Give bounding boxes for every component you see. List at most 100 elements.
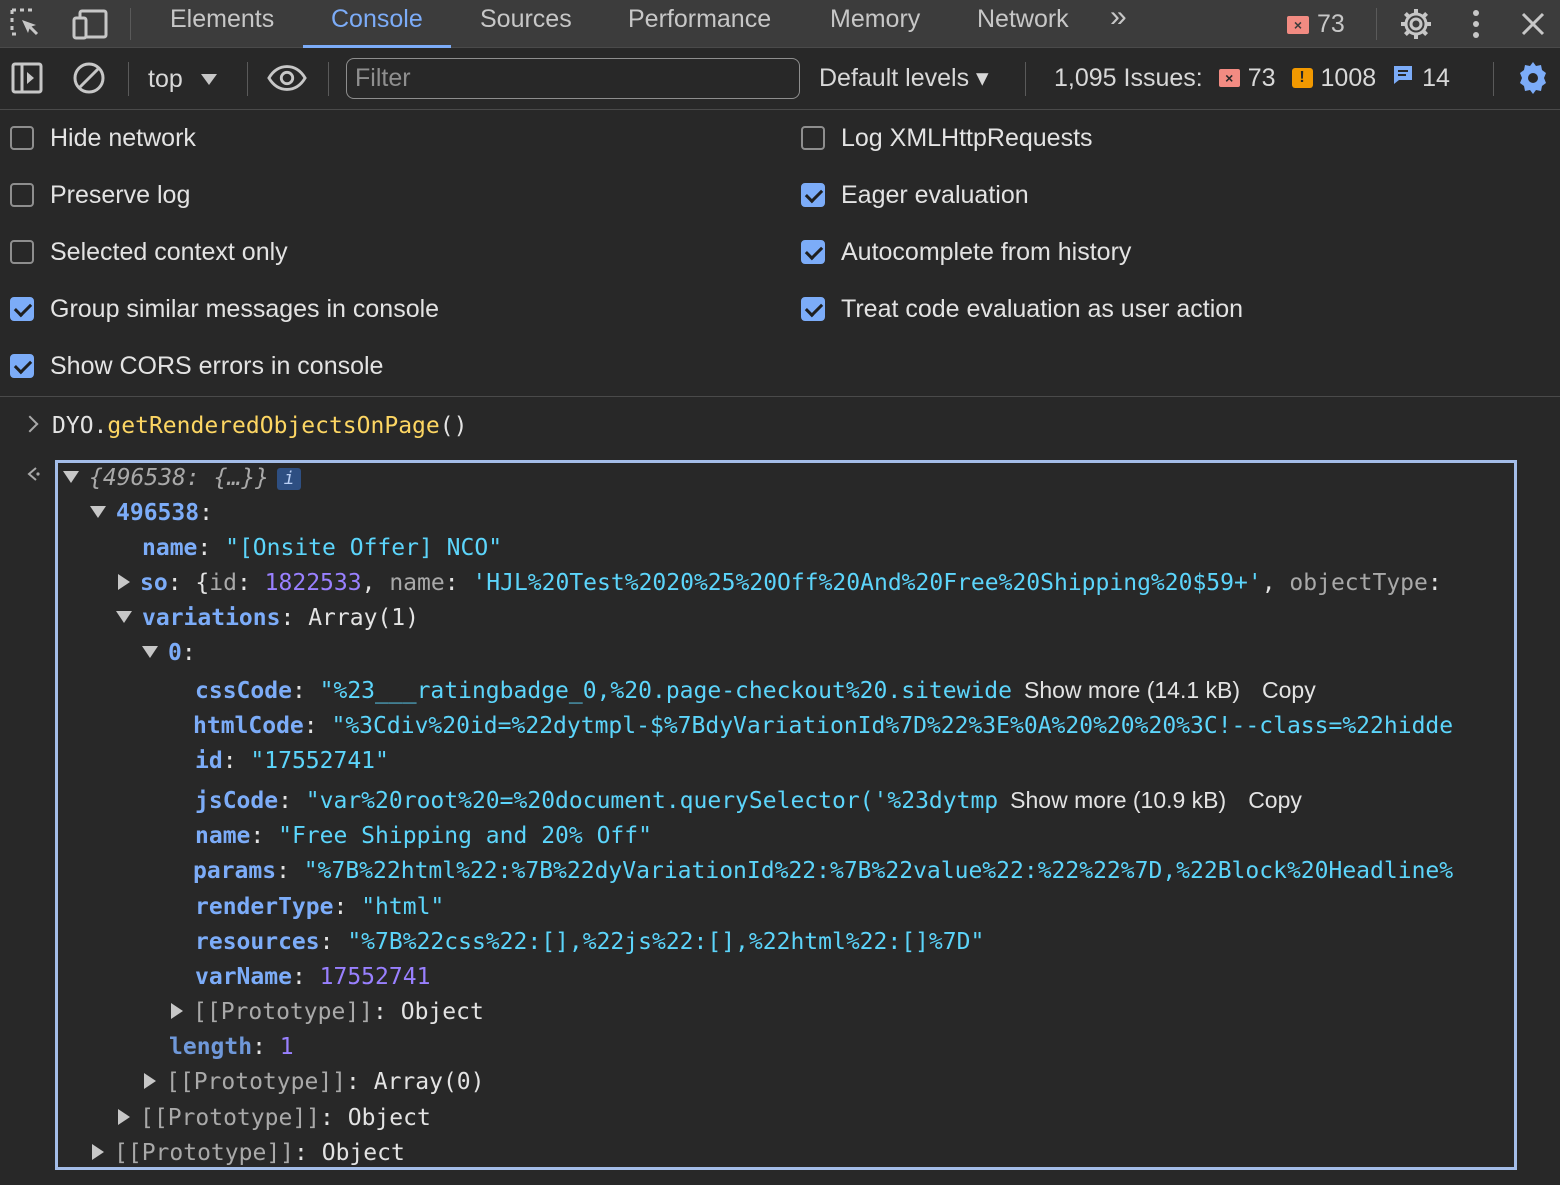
divider [130,8,131,40]
more-tabs-icon[interactable]: » [1108,0,1129,46]
console-output: DYO.getRenderedObjectsOnPage() {496538: … [0,398,1560,1185]
tree-key: renderType [195,894,334,920]
eye-icon[interactable] [267,58,307,98]
checkbox-checked[interactable] [801,297,825,321]
checkbox[interactable] [10,126,34,150]
tab-elements[interactable]: Elements [168,0,276,48]
issues-warning-count: 1008 [1320,64,1377,92]
issues-info-count: 14 [1422,64,1450,92]
tree-row-name: name: "[Onsite Offer] NCO" [142,535,503,561]
setting-eager-evaluation[interactable]: Eager evaluation [801,175,1029,215]
tree-row-prototype-array[interactable]: [[Prototype]]: Array(0) [142,1067,485,1101]
copy-button[interactable]: Copy [1248,787,1302,813]
setting-label: Show CORS errors in console [50,351,384,380]
tree-row-csscode: cssCode: "%23___ratingbadge_0,%20.page-c… [195,677,1316,704]
setting-hide-network[interactable]: Hide network [10,118,196,158]
input-method: getRenderedObjectsOnPage [107,413,440,439]
tree-row-id: id: "17552741" [195,748,389,774]
tree-value: Object [347,1105,431,1131]
tree-key: [[Prototype]] [193,999,374,1025]
divider [247,62,248,96]
setting-treat-code-evaluation[interactable]: Treat code evaluation as user action [801,289,1243,329]
tree-row-index-0[interactable]: 0: [142,638,196,672]
setting-preserve-log[interactable]: Preserve log [10,175,190,215]
tree-key: 496538 [116,500,200,526]
collapse-triangle-icon[interactable] [171,1002,183,1019]
setting-log-xhr[interactable]: Log XMLHttpRequests [801,118,1093,158]
tree-value: Object [321,1140,405,1166]
collapse-triangle-icon[interactable] [92,1143,104,1160]
tree-row-so[interactable]: so: {id: 1822533, name: 'HJL%20Test%2020… [116,568,1442,602]
tree-key: resources [195,929,320,955]
checkbox[interactable] [10,183,34,207]
tab-network[interactable]: Network [975,0,1071,48]
show-more-button[interactable]: Show more (14.1 kB) [1024,677,1240,703]
setting-show-cors-errors[interactable]: Show CORS errors in console [10,346,383,386]
tab-memory[interactable]: Memory [828,0,922,48]
tab-console[interactable]: Console [303,0,451,48]
result-object-tree: {496538: {…}} i 496538: name: "[Onsite Of… [55,460,1517,1170]
expand-triangle-icon[interactable] [63,470,79,483]
tree-row-variations[interactable]: variations: Array(1) [116,603,419,637]
inspect-element-icon[interactable] [6,4,46,44]
console-toolbar: top Default levels ▾ 1,095 Issues: × 73 … [0,48,1560,110]
tree-value: "[Onsite Offer] NCO" [225,535,503,561]
tree-key: [[Prototype]] [140,1105,321,1131]
tree-key: [[Prototype]] [166,1069,347,1095]
input-parens: () [439,413,468,439]
setting-group-similar[interactable]: Group similar messages in console [10,289,439,329]
collapse-triangle-icon[interactable] [144,1072,156,1089]
sidebar-toggle-icon[interactable] [7,58,47,98]
input-object: DYO [52,413,94,439]
setting-label: Log XMLHttpRequests [841,123,1093,152]
tree-value: 1 [279,1034,294,1060]
collapse-triangle-icon[interactable] [118,573,130,590]
error-counter[interactable]: × 73 [1287,10,1345,39]
tree-row-variation-name: name: "Free Shipping and 20% Off" [195,823,652,849]
expand-triangle-icon[interactable] [116,610,132,623]
tree-row-root[interactable]: {496538: {…}} i [63,463,302,497]
tab-sources[interactable]: Sources [478,0,574,48]
tree-row-496538[interactable]: 496538: [90,498,213,532]
tree-value: Array(1) [308,605,419,631]
more-options-icon[interactable] [1456,4,1496,44]
tree-value: 'HJL%20Test%2020%25%20Off%20And%20Free%2… [472,570,1262,596]
setting-selected-context-only[interactable]: Selected context only [10,232,288,272]
result-arrow-icon [24,460,42,490]
checkbox-checked[interactable] [801,240,825,264]
checkbox[interactable] [10,240,34,264]
tree-value: "var%20root%20=%20document.querySelector… [305,788,999,814]
log-levels-dropdown[interactable]: Default levels ▾ [819,63,989,93]
divider [1376,8,1377,40]
issues-label: 1,095 Issues: [1054,64,1203,92]
console-settings-gear-icon[interactable] [1513,58,1553,98]
expand-triangle-icon[interactable] [142,645,158,658]
expand-triangle-icon[interactable] [90,505,106,518]
tree-key: variations [142,605,281,631]
copy-button[interactable]: Copy [1262,677,1316,703]
checkbox-checked[interactable] [10,297,34,321]
divider [1025,62,1026,96]
filter-input[interactable] [346,58,800,99]
tree-row-prototype-object-2[interactable]: [[Prototype]]: Object [116,1103,431,1137]
tree-row-params: params: "%7B%22html%22:%7B%22dyVariation… [193,858,1454,884]
info-badge[interactable]: i [277,467,302,490]
tab-performance[interactable]: Performance [626,0,773,48]
show-more-button[interactable]: Show more (10.9 kB) [1010,787,1226,813]
tree-key: so [140,570,168,596]
console-input-line[interactable]: DYO.getRenderedObjectsOnPage() [21,411,468,441]
device-toolbar-icon[interactable] [70,4,110,44]
context-selector[interactable]: top [148,64,217,94]
checkbox-checked[interactable] [10,354,34,378]
setting-label: Selected context only [50,237,288,266]
issues-counter[interactable]: 1,095 Issues: × 73 ! 1008 14 [1054,63,1450,93]
tree-row-prototype-object[interactable]: [[Prototype]]: Object [169,997,484,1031]
tree-row-prototype-object-3[interactable]: [[Prototype]]: Object [90,1138,405,1167]
collapse-triangle-icon[interactable] [118,1108,130,1125]
clear-console-icon[interactable] [69,58,109,98]
gear-icon[interactable] [1396,4,1436,44]
setting-autocomplete-history[interactable]: Autocomplete from history [801,232,1131,272]
close-icon[interactable] [1513,4,1553,44]
checkbox[interactable] [801,126,825,150]
checkbox-checked[interactable] [801,183,825,207]
